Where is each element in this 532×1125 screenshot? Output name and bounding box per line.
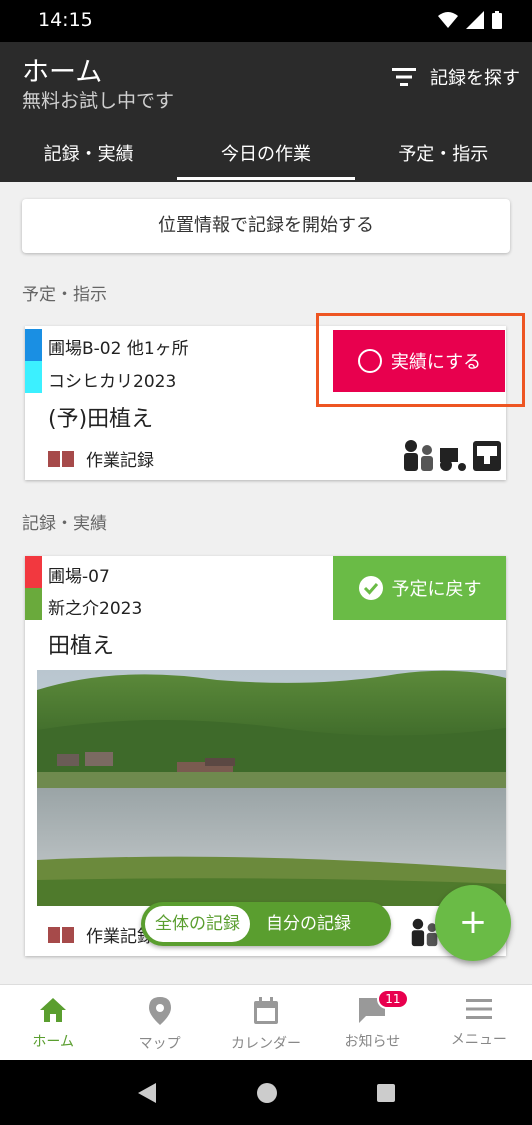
field-color-strip bbox=[25, 556, 42, 588]
notification-badge: 11 bbox=[377, 989, 409, 1009]
app-header: ホーム 無料お試し中です 記録を探す 記録・実績 今日の作業 予定・指示 bbox=[0, 42, 532, 182]
home-circle-icon[interactable] bbox=[256, 1082, 278, 1104]
status-time: 14:15 bbox=[38, 9, 93, 31]
trial-status: 無料お試し中です bbox=[22, 90, 175, 112]
work-record-note: 作業記録 bbox=[48, 922, 154, 947]
record-card[interactable]: 圃場-07 新之介2023 田植え 予定に戻す 作業記録 bbox=[25, 556, 506, 956]
mark-as-actual-button[interactable]: 実績にする bbox=[333, 330, 505, 392]
back-icon[interactable] bbox=[136, 1082, 158, 1104]
all-records-option[interactable]: 全体の記録 bbox=[145, 906, 250, 942]
search-records-label: 記録を探す bbox=[430, 68, 520, 89]
nav-home[interactable]: ホーム bbox=[0, 985, 106, 1060]
machine-icon bbox=[473, 441, 501, 471]
book-icon bbox=[48, 450, 74, 467]
workers-icon bbox=[404, 440, 433, 471]
tools-icons bbox=[402, 438, 502, 472]
map-pin-icon bbox=[148, 997, 171, 1025]
section-label-planned: 予定・指示 bbox=[22, 285, 107, 305]
bottom-navigation: ホーム マップ カレンダー 11 お知らせ メニュー bbox=[0, 984, 532, 1060]
record-scope-toggle[interactable]: 全体の記録 自分の記録 bbox=[141, 902, 391, 946]
crop-color-strip bbox=[25, 588, 42, 620]
nav-notifications[interactable]: 11 お知らせ bbox=[319, 985, 425, 1060]
tab-plans[interactable]: 予定・指示 bbox=[355, 132, 532, 182]
tab-bar: 記録・実績 今日の作業 予定・指示 bbox=[0, 132, 532, 182]
status-bar: 14:15 bbox=[0, 0, 532, 42]
landscape-image bbox=[37, 670, 506, 906]
crop-color-strip bbox=[25, 361, 42, 393]
field-name: 圃場B-02 他1ヶ所 bbox=[48, 339, 189, 359]
system-navigation bbox=[0, 1060, 532, 1125]
crop-name: コシヒカリ2023 bbox=[48, 372, 177, 392]
status-icons bbox=[438, 11, 502, 29]
search-records-button[interactable]: 記録を探す bbox=[392, 64, 520, 90]
nav-calendar[interactable]: カレンダー bbox=[213, 985, 319, 1060]
tractor-icon bbox=[440, 448, 466, 471]
field-color-strip bbox=[25, 329, 42, 361]
my-records-option[interactable]: 自分の記録 bbox=[250, 906, 361, 942]
tab-today[interactable]: 今日の作業 bbox=[177, 132, 355, 182]
field-name: 圃場-07 bbox=[48, 567, 110, 587]
page-title: ホーム bbox=[22, 57, 103, 88]
recents-icon[interactable] bbox=[376, 1083, 396, 1103]
rice-field-photo[interactable] bbox=[37, 670, 506, 906]
planned-card[interactable]: 圃場B-02 他1ヶ所 コシヒカリ2023 (予)田植え 作業記録 実績にする bbox=[25, 326, 506, 480]
main-content[interactable]: 位置情報で記録を開始する 予定・指示 圃場B-02 他1ヶ所 コシヒカリ2023… bbox=[0, 182, 532, 984]
plus-icon: + bbox=[458, 902, 488, 942]
check-circle-icon bbox=[358, 576, 383, 600]
work-name: 田植え bbox=[48, 634, 115, 659]
tab-records[interactable]: 記録・実績 bbox=[0, 132, 177, 182]
calendar-icon bbox=[254, 997, 279, 1024]
crop-name: 新之介2023 bbox=[48, 599, 143, 619]
home-icon bbox=[40, 998, 67, 1022]
work-record-note: 作業記録 bbox=[48, 446, 154, 471]
menu-icon bbox=[465, 999, 492, 1019]
signal-icon bbox=[466, 11, 484, 29]
add-record-button[interactable]: + bbox=[435, 885, 511, 961]
start-by-location-button[interactable]: 位置情報で記録を開始する bbox=[22, 199, 510, 253]
nav-map[interactable]: マップ bbox=[106, 985, 212, 1060]
section-label-records: 記録・実績 bbox=[22, 514, 107, 534]
work-name: (予)田植え bbox=[48, 407, 154, 432]
nav-menu[interactable]: メニュー bbox=[426, 985, 532, 1060]
circle-icon bbox=[357, 349, 382, 373]
book-icon bbox=[48, 926, 74, 943]
wifi-icon bbox=[438, 12, 458, 28]
filter-icon bbox=[392, 68, 416, 86]
revert-to-plan-button[interactable]: 予定に戻す bbox=[333, 556, 506, 620]
battery-icon bbox=[492, 11, 502, 29]
